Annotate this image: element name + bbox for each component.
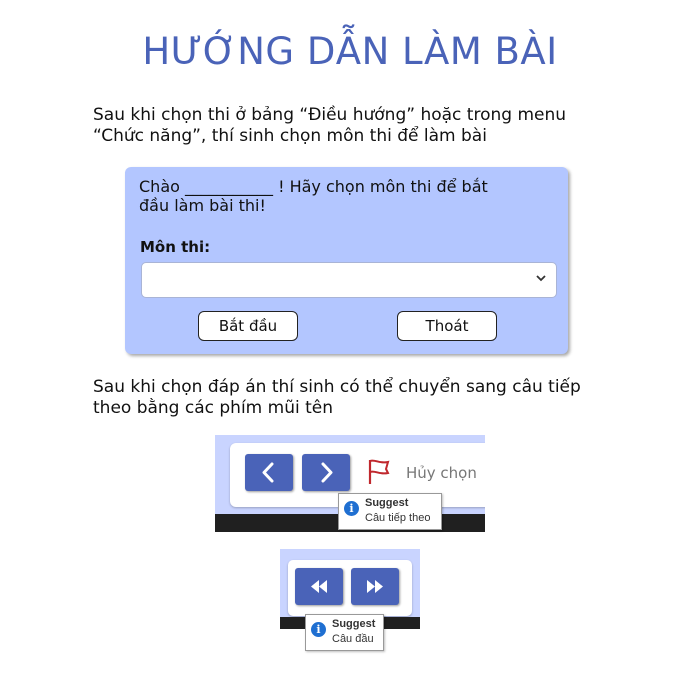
previous-question-button[interactable] [245,454,293,491]
subject-select[interactable] [141,262,557,298]
greeting-line-1: Chào ___________ ! Hãy chọn môn thi để b… [139,177,488,196]
start-button[interactable]: Bắt đầu [198,311,298,341]
chevron-left-icon [262,462,274,483]
greeting-line-2: đầu làm bài thi! [139,196,266,215]
page-title: HƯỚNG DẪN LÀM BÀI [142,30,558,73]
tooltip-text: Câu tiếp theo [365,512,431,524]
next-question-button[interactable] [302,454,350,491]
info-icon: i [311,622,326,637]
last-question-button[interactable] [351,568,399,605]
tooltip-title: Suggest [332,618,376,630]
subject-select-dialog: Chào ___________ ! Hãy chọn môn thi để b… [125,167,568,354]
info-icon: i [344,501,359,516]
intro-line-1: Sau khi chọn thi ở bảng “Điều hướng” hoặ… [93,105,567,125]
double-arrow-left-icon [311,580,327,593]
first-question-button[interactable] [295,568,343,605]
tooltip-first: i Suggest Câu đầu [305,614,384,651]
question-jump-bar [288,560,412,616]
exit-button[interactable]: Thoát [397,311,497,341]
chevron-right-icon [321,462,333,483]
chevron-down-icon [536,271,546,286]
intro-text: Sau khi chọn thi ở bảng “Điều hướng” hoặ… [93,105,653,147]
unselect-answer-button[interactable]: Hủy chọn [406,464,477,482]
flag-icon[interactable] [366,458,392,486]
double-arrow-right-icon [367,580,383,593]
tooltip-next: i Suggest Câu tiếp theo [338,493,442,530]
subject-label: Môn thi: [140,238,211,256]
instruction-line-1: Sau khi chọn đáp án thí sinh có thể chuy… [93,377,581,397]
tooltip-title: Suggest [365,497,409,509]
tooltip-text: Câu đầu [332,633,374,645]
dialog-greeting: Chào ___________ ! Hãy chọn môn thi để b… [139,177,539,215]
instruction-line-2: theo bằng các phím mũi tên [93,398,334,418]
instruction-text: Sau khi chọn đáp án thí sinh có thể chuy… [93,377,653,419]
intro-line-2: “Chức năng”, thí sinh chọn môn thi để là… [93,126,487,146]
